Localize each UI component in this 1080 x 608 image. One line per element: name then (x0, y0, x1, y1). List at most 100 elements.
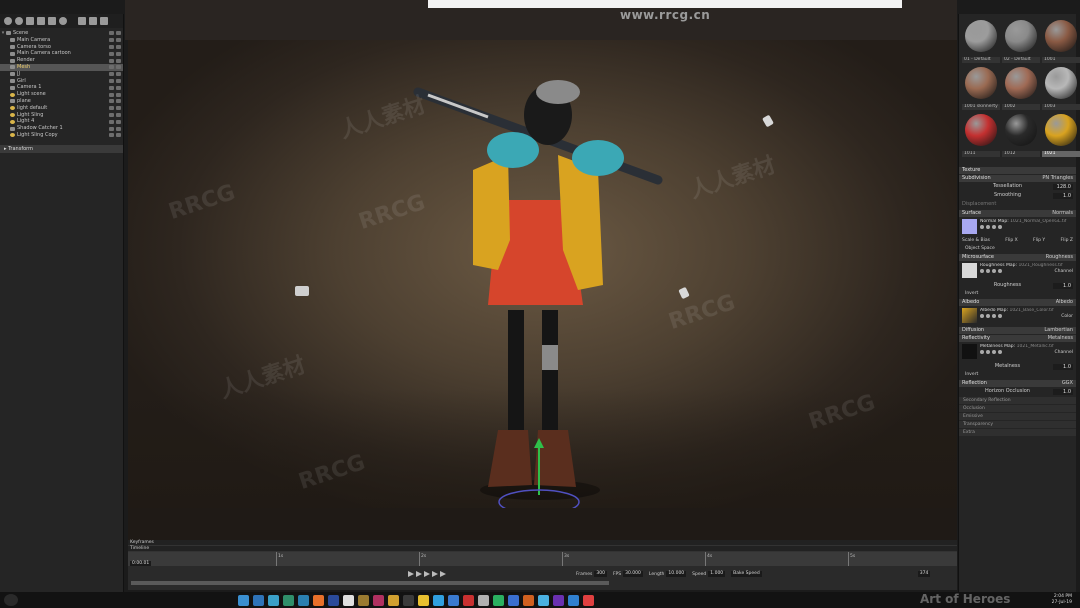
3d-viewport[interactable]: RRCG 人人素材 RRCG 人人素材 RRCG 人人素材 RRCG RRCG (128, 40, 957, 508)
fast-forward-icon[interactable] (440, 571, 446, 577)
tree-item[interactable]: Light Sling (0, 112, 123, 119)
step-back-icon[interactable] (416, 571, 422, 577)
taskbar-app-icon[interactable] (523, 594, 534, 606)
speed-field[interactable]: 1.000 (708, 571, 726, 577)
close-icon[interactable] (998, 225, 1002, 229)
lock-icon[interactable] (109, 31, 114, 36)
tree-item[interactable]: Camera 1 (0, 84, 123, 91)
surface-mode[interactable]: Normals (1052, 210, 1073, 217)
roughness-channel-select[interactable]: Channel (1055, 269, 1073, 275)
subdivision-section[interactable]: Subdivision PN Triangles (959, 175, 1076, 182)
tree-item[interactable]: JJ (0, 71, 123, 78)
flip-z-checkbox[interactable]: Flip Z (1061, 237, 1073, 245)
roughness-field[interactable]: 1.0 (1053, 282, 1073, 289)
taskbar-app-icon[interactable] (418, 594, 429, 606)
taskbar-app-icon[interactable] (493, 594, 504, 606)
timeline-zoom-field[interactable]: 374 (917, 571, 931, 577)
image-icon[interactable] (48, 17, 56, 25)
tree-item[interactable]: Light Sling Copy (0, 132, 123, 139)
tree-item[interactable]: Render (0, 57, 123, 64)
albedo-mode[interactable]: Albedo (1056, 299, 1073, 306)
lock-icon[interactable] (109, 112, 114, 117)
visibility-icon[interactable] (116, 31, 121, 36)
lock-icon[interactable] (109, 99, 114, 104)
tree-item[interactable]: Girl (0, 78, 123, 85)
reflectivity-section[interactable]: Reflectivity Metalness (959, 335, 1076, 342)
fps-field[interactable]: 30.000 (623, 571, 643, 577)
visibility-icon[interactable] (116, 65, 121, 70)
search-icon[interactable] (986, 350, 990, 354)
object-space-checkbox[interactable]: Object Space (959, 245, 1076, 253)
close-icon[interactable] (998, 269, 1002, 273)
diffusion-mode[interactable]: Lambertian (1044, 327, 1073, 334)
material-swatch[interactable]: 1001 skinnerty (962, 67, 1000, 112)
trash-icon[interactable] (100, 17, 108, 25)
material-swatch[interactable]: 1021 (1042, 114, 1080, 159)
taskbar-app-icon[interactable] (268, 594, 279, 606)
visibility-icon[interactable] (116, 133, 121, 138)
tree-item[interactable]: Main Camera cartoon (0, 50, 123, 57)
horizon-field[interactable]: 1.0 (1053, 388, 1073, 395)
tree-item[interactable]: Mesh (0, 63, 123, 71)
taskbar-app-icon[interactable] (433, 594, 444, 606)
visibility-icon[interactable] (116, 119, 121, 124)
lock-icon[interactable] (109, 133, 114, 138)
gear-icon[interactable] (980, 314, 984, 318)
tree-item[interactable]: Main Camera (0, 37, 123, 44)
visibility-icon[interactable] (116, 72, 121, 77)
visibility-icon[interactable] (116, 106, 121, 111)
albedo-map-thumbnail[interactable] (962, 308, 977, 323)
transform-section[interactable]: ▸ Transform (0, 144, 123, 153)
search-icon[interactable] (986, 269, 990, 273)
tessellation-field[interactable]: 128.0 (1053, 183, 1073, 190)
reflectivity-mode[interactable]: Metalness (1048, 335, 1073, 342)
lock-icon[interactable] (109, 38, 114, 43)
metalness-field[interactable]: 1.0 (1053, 363, 1073, 370)
microsurface-section[interactable]: Microsurface Roughness (959, 254, 1076, 261)
taskbar-app-icon[interactable] (403, 594, 414, 606)
bake-speed-button[interactable]: Bake Speed (731, 571, 762, 577)
texture-section[interactable]: Texture (959, 167, 1076, 174)
material-swatch[interactable]: 1011 (962, 114, 1000, 159)
start-button[interactable] (4, 594, 18, 606)
normal-map-thumbnail[interactable] (962, 219, 977, 234)
visibility-icon[interactable] (116, 51, 121, 56)
rewind-icon[interactable] (408, 571, 414, 577)
visibility-icon[interactable] (116, 112, 121, 117)
subdivision-mode[interactable]: PN Triangles (1042, 175, 1073, 182)
visibility-icon[interactable] (116, 85, 121, 90)
albedo-section[interactable]: Albedo Albedo (959, 299, 1076, 306)
lock-icon[interactable] (109, 78, 114, 83)
roughness-invert-checkbox[interactable]: Invert (959, 290, 1076, 298)
lock-icon[interactable] (109, 58, 114, 63)
tree-item[interactable]: Shadow Catcher 1 (0, 125, 123, 132)
metalness-invert-checkbox[interactable]: Invert (959, 371, 1076, 379)
globe-icon[interactable] (59, 17, 67, 25)
material-swatch[interactable]: 1012 (1002, 114, 1040, 159)
taskbar-app-icon[interactable] (343, 594, 354, 606)
play-icon[interactable] (424, 571, 430, 577)
collapsed-section[interactable]: Extra (959, 429, 1076, 436)
taskbar-app-icon[interactable] (538, 594, 549, 606)
timeline-ruler[interactable]: 1s 2s 3s 4s 5s (128, 552, 957, 566)
taskbar-app-icon[interactable] (478, 594, 489, 606)
tree-item[interactable]: light default (0, 105, 123, 112)
collapsed-section[interactable]: Secondary Reflection (959, 397, 1076, 404)
lock-icon[interactable] (109, 65, 114, 70)
taskbar-app-icon[interactable] (508, 594, 519, 606)
length-field[interactable]: 10.000 (666, 571, 687, 577)
lock-icon[interactable] (109, 44, 114, 49)
lock-icon[interactable] (109, 126, 114, 131)
edit-icon[interactable] (992, 314, 996, 318)
edit-icon[interactable] (992, 350, 996, 354)
taskbar-app-icon[interactable] (463, 594, 474, 606)
metalness-channel-select[interactable]: Channel (1055, 350, 1073, 356)
visibility-icon[interactable] (116, 38, 121, 43)
gear-icon[interactable] (980, 269, 984, 273)
microsurface-mode[interactable]: Roughness (1046, 254, 1073, 261)
taskbar-app-icon[interactable] (253, 594, 264, 606)
taskbar-app-icon[interactable] (358, 594, 369, 606)
taskbar-app-icon[interactable] (238, 594, 249, 606)
grid-icon[interactable] (37, 17, 45, 25)
duplicate-icon[interactable] (89, 17, 97, 25)
